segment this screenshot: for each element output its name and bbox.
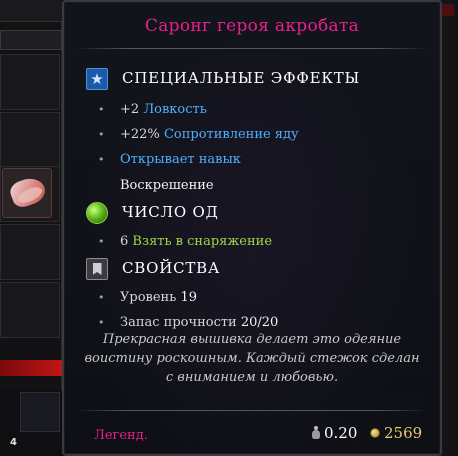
close-icon[interactable]	[442, 4, 454, 16]
green-orb-icon	[86, 202, 108, 224]
skill-name[interactable]: Воскрешение	[120, 178, 214, 193]
gold-coin-icon	[370, 428, 380, 438]
ap-line-equip: • 6 Взять в снаряжение	[98, 234, 273, 249]
inventory-panel: ♥	[0, 0, 62, 456]
sarong-item-icon[interactable]	[2, 168, 52, 218]
right-panel-edge	[440, 0, 458, 456]
divider	[74, 48, 430, 49]
flavor-text: Прекрасная вышивка делает это одеяние во…	[84, 332, 420, 385]
item-name: Саронг героя акробата	[144, 16, 360, 36]
section-title-special-effects: СПЕЦИАЛЬНЫЕ ЭФФЕКТЫ	[122, 69, 361, 87]
divider	[74, 410, 430, 411]
item-weight: 0.20	[324, 424, 358, 442]
health-bar	[0, 360, 62, 376]
hotkey-label: 4	[10, 437, 17, 448]
inventory-filter-bar[interactable]: ♥	[0, 30, 62, 78]
hotbar-slot[interactable]	[20, 392, 60, 432]
item-value: 2569	[384, 424, 423, 442]
effect-line-dexterity: • +2 Ловкость	[98, 102, 207, 117]
inventory-slot[interactable]	[0, 224, 60, 280]
property-line-level: • Уровень 19	[98, 290, 197, 305]
effect-line-unlock-skill: • Открывает навык	[98, 152, 241, 167]
inventory-slot[interactable]	[0, 54, 60, 110]
section-title-ap: ЧИСЛО ОД	[122, 203, 219, 221]
inventory-header	[0, 0, 62, 22]
item-tooltip: Саронг героя акробата ★ СПЕЦИАЛЬНЫЕ ЭФФЕ…	[62, 0, 442, 456]
banner-icon	[86, 258, 108, 280]
rarity-label: Легенд.	[94, 428, 148, 443]
inventory-slot[interactable]	[0, 282, 60, 338]
star-icon: ★	[86, 68, 108, 90]
property-line-durability: • Запас прочности 20/20	[98, 315, 279, 330]
effect-line-poison-resistance: • +22% Сопротивление яду	[98, 127, 299, 142]
weight-icon	[312, 426, 320, 440]
section-title-properties: СВОЙСТВА	[122, 259, 221, 277]
inventory-slot[interactable]	[0, 112, 60, 168]
